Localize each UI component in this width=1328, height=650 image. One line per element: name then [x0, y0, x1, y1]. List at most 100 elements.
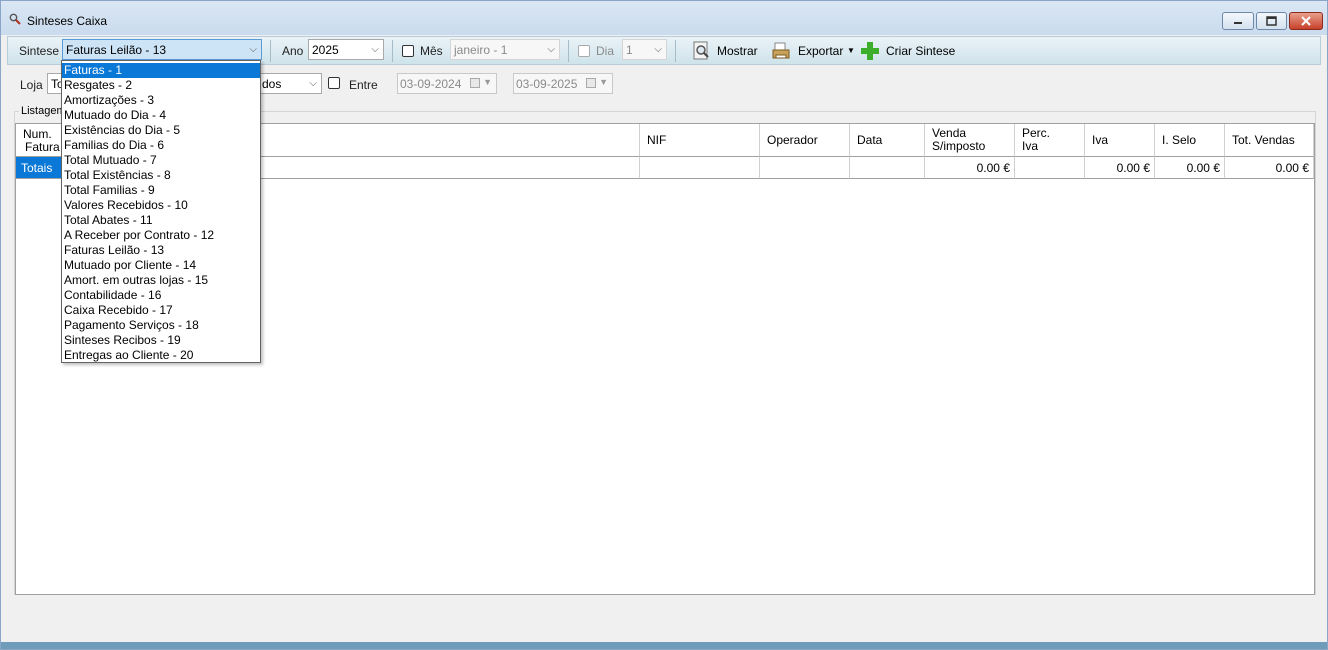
totals-tot-vendas[interactable]: 0.00 €	[1225, 157, 1314, 179]
chevron-down-icon: ⌵	[547, 44, 555, 55]
green-plus-icon	[861, 42, 879, 60]
dropdown-option[interactable]: Amortizações - 3	[62, 93, 260, 108]
toolbar-separator	[270, 40, 271, 62]
loja-select-value-end: dos	[262, 77, 282, 91]
dropdown-option[interactable]: Pagamento Serviços - 18	[62, 318, 260, 333]
header-perc-iva[interactable]: Perc. Iva	[1015, 124, 1085, 157]
export-printer-icon	[772, 42, 790, 59]
dropdown-option[interactable]: Amort. em outras lojas - 15	[62, 273, 260, 288]
totals-iva[interactable]: 0.00 €	[1085, 157, 1155, 179]
exportar-button[interactable]: Exportar ▼	[771, 40, 855, 62]
dropdown-option[interactable]: Mutuado do Dia - 4	[62, 108, 260, 123]
ano-select-value: 2025	[312, 43, 339, 57]
dropdown-option-label: Total Existências - 8	[64, 168, 171, 182]
sintese-select[interactable]: Faturas Leilão - 13 ⌵	[62, 39, 262, 60]
dropdown-option[interactable]: Total Familias - 9	[62, 183, 260, 198]
dropdown-option[interactable]: Faturas Leilão - 13	[62, 243, 260, 258]
dropdown-option[interactable]: Existências do Dia - 5	[62, 123, 260, 138]
header-data[interactable]: Data	[850, 124, 925, 157]
dropdown-arrow-icon: ▼	[847, 46, 855, 55]
header-operador[interactable]: Operador	[760, 124, 850, 157]
mes-checkbox[interactable]	[402, 45, 414, 57]
magnifier-document-icon	[693, 41, 709, 60]
calendar-icon	[586, 78, 596, 88]
header-tot-vendas[interactable]: Tot. Vendas	[1225, 124, 1314, 157]
dropdown-option-label: Caixa Recebido - 17	[64, 303, 173, 317]
calendar-icon	[470, 78, 480, 88]
totals-cell[interactable]	[850, 157, 925, 179]
dropdown-option-label: Entregas ao Cliente - 20	[64, 348, 194, 362]
mostrar-label: Mostrar	[717, 44, 758, 58]
dropdown-option[interactable]: Entregas ao Cliente - 20	[62, 348, 260, 363]
header-line1: Operador	[767, 133, 818, 147]
dropdown-option[interactable]: A Receber por Contrato - 12	[62, 228, 260, 243]
dropdown-option[interactable]: Familias do Dia - 6	[62, 138, 260, 153]
mes-select-value: janeiro - 1	[454, 43, 508, 57]
totals-i-selo[interactable]: 0.00 €	[1155, 157, 1225, 179]
chevron-down-icon: ▼	[483, 77, 492, 87]
dropdown-option-label: Mutuado do Dia - 4	[64, 108, 167, 122]
window-bottom-border	[1, 642, 1327, 649]
exportar-label: Exportar	[798, 44, 844, 58]
totals-cell[interactable]	[760, 157, 850, 179]
totals-cell[interactable]	[640, 157, 760, 179]
magnifier-icon	[9, 13, 21, 25]
minimize-icon	[1234, 22, 1242, 24]
date-from-value: 03-09-2024	[400, 77, 462, 91]
dropdown-option-label: Resgates - 2	[64, 78, 133, 92]
dropdown-option[interactable]: Valores Recebidos - 10	[62, 198, 260, 213]
close-button[interactable]	[1289, 12, 1323, 30]
header-iva[interactable]: Iva	[1085, 124, 1155, 157]
criar-sintese-button[interactable]: Criar Sintese	[859, 40, 955, 62]
dia-label: Dia	[596, 44, 615, 58]
criar-sintese-label: Criar Sintese	[886, 44, 956, 58]
dropdown-option-label: Faturas Leilão - 13	[64, 243, 165, 257]
date-from-picker[interactable]: 03-09-2024 ▼	[397, 73, 497, 94]
totals-row-label[interactable]: Totais	[16, 157, 63, 179]
chevron-down-icon: ⌵	[249, 44, 257, 55]
dropdown-option-label: Amort. em outras lojas - 15	[64, 273, 209, 287]
close-icon	[1301, 16, 1311, 26]
restore-icon	[1266, 16, 1277, 26]
dropdown-option[interactable]: Contabilidade - 16	[62, 288, 260, 303]
dropdown-option[interactable]: Resgates - 2	[62, 78, 260, 93]
dropdown-option-label: Pagamento Serviços - 18	[64, 318, 199, 332]
header-num-fatura[interactable]: Num. Fatura	[16, 124, 63, 157]
header-line2: Fatura	[25, 140, 60, 154]
header-venda[interactable]: Venda S/imposto	[925, 124, 1015, 157]
chevron-down-icon: ▼	[599, 77, 608, 87]
sintese-label: Sintese	[19, 44, 60, 58]
dropdown-option[interactable]: Faturas - 1	[62, 63, 260, 78]
mes-select[interactable]: janeiro - 1 ⌵	[450, 39, 560, 60]
dia-checkbox[interactable]	[578, 45, 590, 57]
restore-button[interactable]	[1256, 12, 1287, 30]
totals-venda[interactable]: 0.00 €	[925, 157, 1015, 179]
dropdown-option[interactable]: Total Abates - 11	[62, 213, 260, 228]
dropdown-option[interactable]: Caixa Recebido - 17	[62, 303, 260, 318]
dropdown-option[interactable]: Total Mutuado - 7	[62, 153, 260, 168]
mostrar-button[interactable]: Mostrar	[691, 40, 763, 62]
dropdown-option[interactable]: Mutuado por Cliente - 14	[62, 258, 260, 273]
toolbar-separator	[392, 40, 393, 62]
chevron-down-icon: ⌵	[309, 78, 317, 89]
date-to-picker[interactable]: 03-09-2025 ▼	[513, 73, 613, 94]
dropdown-option[interactable]: Sinteses Recibos - 19	[62, 333, 260, 348]
header-line1: NIF	[647, 133, 667, 147]
ano-label: Ano	[282, 44, 304, 58]
totals-cell[interactable]	[1015, 157, 1085, 179]
header-nif[interactable]: NIF	[640, 124, 760, 157]
header-i-selo[interactable]: I. Selo	[1155, 124, 1225, 157]
date-to-value: 03-09-2025	[516, 77, 578, 91]
dia-select[interactable]: 1 ⌵	[622, 39, 667, 60]
header-line1: I. Selo	[1162, 133, 1197, 147]
dropdown-option[interactable]: Total Existências - 8	[62, 168, 260, 183]
sintese-dropdown-list[interactable]: Faturas - 1 Resgates - 2 Amortizações - 3M…	[61, 60, 261, 363]
entre-checkbox[interactable]	[328, 77, 340, 89]
ano-select[interactable]: 2025 ⌵	[308, 39, 384, 60]
dropdown-option-label: Faturas - 1	[64, 63, 123, 77]
title-bar[interactable]: Sinteses Caixa	[1, 1, 1327, 35]
header-line1: Iva	[1092, 133, 1109, 147]
window-title: Sinteses Caixa	[27, 14, 108, 28]
chevron-down-icon: ⌵	[371, 44, 379, 55]
minimize-button[interactable]	[1222, 12, 1254, 30]
